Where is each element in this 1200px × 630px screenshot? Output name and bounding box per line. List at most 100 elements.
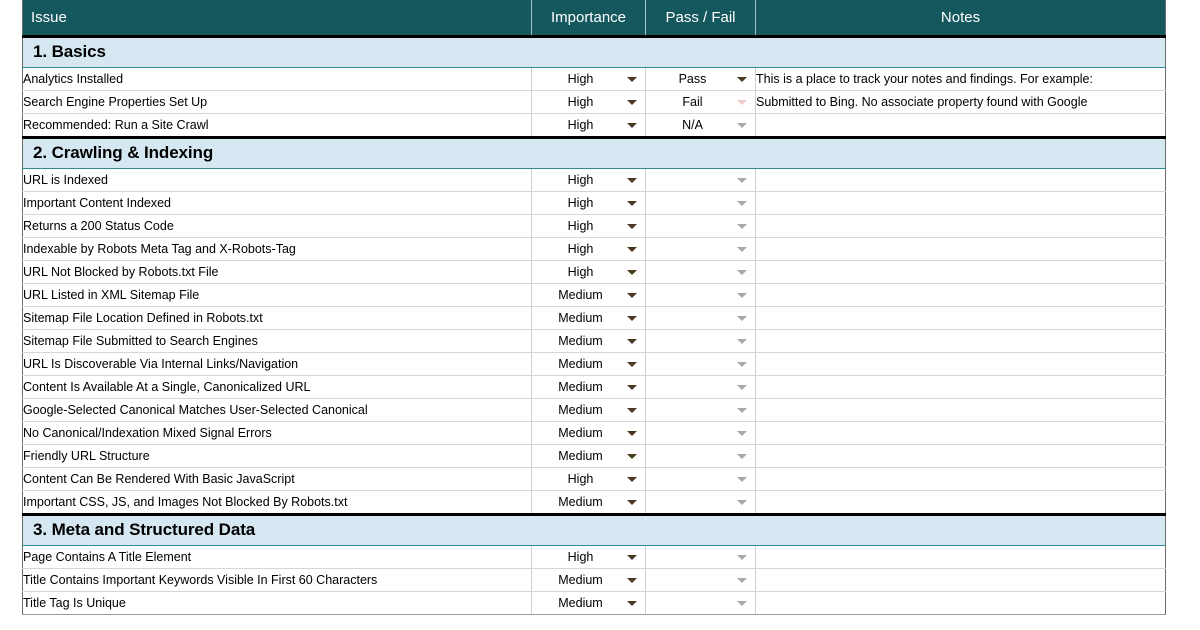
chevron-down-icon[interactable]	[737, 122, 747, 128]
cell-importance[interactable]: Medium	[531, 329, 646, 353]
chevron-down-icon[interactable]	[627, 223, 637, 229]
cell-notes[interactable]	[755, 490, 1166, 515]
cell-passfail[interactable]	[645, 168, 756, 192]
chevron-down-icon[interactable]	[737, 453, 747, 459]
chevron-down-icon[interactable]	[737, 499, 747, 505]
chevron-down-icon[interactable]	[627, 99, 637, 105]
cell-passfail[interactable]	[645, 490, 756, 515]
chevron-down-icon[interactable]	[737, 600, 747, 606]
cell-passfail[interactable]	[645, 260, 756, 284]
cell-notes[interactable]	[755, 421, 1166, 445]
chevron-down-icon[interactable]	[737, 384, 747, 390]
cell-issue[interactable]: Title Tag Is Unique	[22, 591, 532, 615]
cell-issue[interactable]: Google-Selected Canonical Matches User-S…	[22, 398, 532, 422]
cell-importance[interactable]: Medium	[531, 568, 646, 592]
cell-notes[interactable]	[755, 398, 1166, 422]
cell-importance[interactable]: Medium	[531, 421, 646, 445]
cell-notes[interactable]	[755, 467, 1166, 491]
cell-issue[interactable]: Analytics Installed	[22, 67, 532, 91]
cell-notes[interactable]	[755, 113, 1166, 138]
cell-notes[interactable]	[755, 283, 1166, 307]
cell-importance[interactable]: Medium	[531, 306, 646, 330]
cell-issue[interactable]: Indexable by Robots Meta Tag and X-Robot…	[22, 237, 532, 261]
column-header-notes[interactable]: Notes	[755, 0, 1166, 38]
cell-importance[interactable]: Medium	[531, 490, 646, 515]
cell-notes[interactable]	[755, 444, 1166, 468]
chevron-down-icon[interactable]	[627, 269, 637, 275]
cell-issue[interactable]: Sitemap File Submitted to Search Engines	[22, 329, 532, 353]
chevron-down-icon[interactable]	[627, 407, 637, 413]
cell-passfail[interactable]	[645, 306, 756, 330]
chevron-down-icon[interactable]	[737, 554, 747, 560]
chevron-down-icon[interactable]	[737, 292, 747, 298]
chevron-down-icon[interactable]	[627, 600, 637, 606]
chevron-down-icon[interactable]	[737, 269, 747, 275]
cell-importance[interactable]: High	[531, 90, 646, 114]
cell-notes[interactable]: This is a place to track your notes and …	[755, 67, 1166, 91]
cell-importance[interactable]: High	[531, 237, 646, 261]
cell-notes[interactable]	[755, 591, 1166, 615]
chevron-down-icon[interactable]	[627, 577, 637, 583]
chevron-down-icon[interactable]	[737, 246, 747, 252]
cell-passfail[interactable]	[645, 467, 756, 491]
cell-passfail[interactable]	[645, 398, 756, 422]
chevron-down-icon[interactable]	[737, 361, 747, 367]
cell-passfail[interactable]	[645, 237, 756, 261]
cell-notes[interactable]	[755, 352, 1166, 376]
cell-passfail[interactable]	[645, 375, 756, 399]
chevron-down-icon[interactable]	[627, 200, 637, 206]
cell-passfail[interactable]: Fail	[645, 90, 756, 114]
cell-passfail[interactable]	[645, 329, 756, 353]
cell-issue[interactable]: Important Content Indexed	[22, 191, 532, 215]
cell-importance[interactable]: Medium	[531, 375, 646, 399]
chevron-down-icon[interactable]	[737, 76, 747, 82]
cell-importance[interactable]: Medium	[531, 352, 646, 376]
cell-notes[interactable]	[755, 568, 1166, 592]
cell-passfail[interactable]	[645, 568, 756, 592]
cell-notes[interactable]	[755, 168, 1166, 192]
chevron-down-icon[interactable]	[627, 292, 637, 298]
cell-issue[interactable]: Content Can Be Rendered With Basic JavaS…	[22, 467, 532, 491]
chevron-down-icon[interactable]	[627, 338, 637, 344]
chevron-down-icon[interactable]	[627, 177, 637, 183]
cell-importance[interactable]: High	[531, 260, 646, 284]
cell-passfail[interactable]	[645, 191, 756, 215]
cell-importance[interactable]: High	[531, 191, 646, 215]
chevron-down-icon[interactable]	[627, 430, 637, 436]
cell-notes[interactable]	[755, 329, 1166, 353]
chevron-down-icon[interactable]	[627, 476, 637, 482]
cell-issue[interactable]: Content Is Available At a Single, Canoni…	[22, 375, 532, 399]
chevron-down-icon[interactable]	[737, 476, 747, 482]
cell-notes[interactable]	[755, 214, 1166, 238]
chevron-down-icon[interactable]	[627, 122, 637, 128]
chevron-down-icon[interactable]	[627, 453, 637, 459]
chevron-down-icon[interactable]	[737, 407, 747, 413]
cell-issue[interactable]: Returns a 200 Status Code	[22, 214, 532, 238]
cell-passfail[interactable]: Pass	[645, 67, 756, 91]
cell-passfail[interactable]	[645, 421, 756, 445]
cell-passfail[interactable]	[645, 352, 756, 376]
cell-issue[interactable]: Search Engine Properties Set Up	[22, 90, 532, 114]
cell-passfail[interactable]	[645, 591, 756, 615]
chevron-down-icon[interactable]	[737, 315, 747, 321]
cell-importance[interactable]: Medium	[531, 444, 646, 468]
chevron-down-icon[interactable]	[627, 554, 637, 560]
cell-importance[interactable]: High	[531, 467, 646, 491]
cell-importance[interactable]: Medium	[531, 283, 646, 307]
chevron-down-icon[interactable]	[627, 76, 637, 82]
cell-issue[interactable]: URL is Indexed	[22, 168, 532, 192]
chevron-down-icon[interactable]	[737, 99, 747, 105]
chevron-down-icon[interactable]	[627, 315, 637, 321]
cell-importance[interactable]: High	[531, 67, 646, 91]
column-header-issue[interactable]: Issue	[22, 0, 532, 38]
cell-importance[interactable]: High	[531, 545, 646, 569]
cell-issue[interactable]: Friendly URL Structure	[22, 444, 532, 468]
column-header-passfail[interactable]: Pass / Fail	[645, 0, 756, 38]
cell-importance[interactable]: Medium	[531, 398, 646, 422]
column-header-importance[interactable]: Importance	[531, 0, 646, 38]
cell-notes[interactable]	[755, 237, 1166, 261]
chevron-down-icon[interactable]	[737, 430, 747, 436]
chevron-down-icon[interactable]	[737, 200, 747, 206]
chevron-down-icon[interactable]	[627, 499, 637, 505]
cell-notes[interactable]	[755, 260, 1166, 284]
